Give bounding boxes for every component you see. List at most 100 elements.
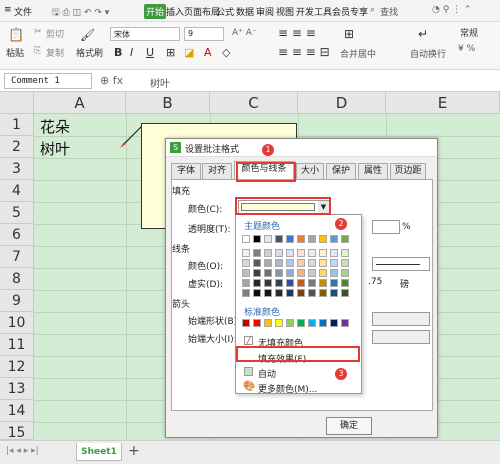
color-swatch[interactable] [242, 319, 250, 327]
color-swatch[interactable] [242, 269, 250, 277]
font-size-select[interactable]: 9 [184, 27, 224, 41]
font-grow-shrink-icon[interactable]: A⁺ A⁻ [232, 28, 257, 38]
row-header[interactable]: 3 [0, 158, 34, 180]
color-swatch[interactable] [253, 319, 261, 327]
underline-icon[interactable]: U [146, 46, 154, 59]
row-header[interactable]: 10 [0, 312, 34, 334]
row-header[interactable]: 14 [0, 400, 34, 422]
color-swatch[interactable] [275, 235, 283, 243]
search-icon[interactable]: ⌕ [370, 5, 375, 15]
color-swatch[interactable] [330, 235, 338, 243]
format-painter-button[interactable]: 格式刷 [76, 46, 103, 59]
color-swatch[interactable] [242, 259, 250, 267]
color-swatch[interactable] [308, 319, 316, 327]
menu-view[interactable]: 视图 [276, 5, 294, 18]
color-swatch[interactable] [264, 319, 272, 327]
number-format-button[interactable]: 常规 [460, 26, 478, 39]
color-swatch[interactable] [341, 249, 349, 257]
font-color-icon[interactable]: A [204, 46, 212, 59]
color-swatch[interactable] [286, 289, 294, 297]
wrap-icon[interactable]: ↵ [418, 27, 428, 41]
arrow-end-style-combo[interactable] [372, 312, 430, 326]
color-swatch[interactable] [275, 279, 283, 287]
color-swatch[interactable] [253, 279, 261, 287]
column-header-c[interactable]: C [210, 92, 298, 114]
color-swatch[interactable] [341, 319, 349, 327]
color-swatch[interactable] [275, 249, 283, 257]
menu-data[interactable]: 数据 [236, 5, 254, 18]
line-style-combo[interactable] [372, 257, 430, 271]
color-swatch[interactable] [319, 249, 327, 257]
color-swatch[interactable] [286, 259, 294, 267]
fill-color-icon[interactable]: ◪ [184, 46, 194, 59]
color-swatch[interactable] [264, 249, 272, 257]
row-header[interactable]: 15 [0, 422, 34, 441]
fx-icon[interactable]: ⊕ fx [100, 74, 123, 87]
column-header-a[interactable]: A [34, 92, 126, 114]
color-swatch[interactable] [242, 289, 250, 297]
color-swatch[interactable] [286, 249, 294, 257]
color-swatch[interactable] [341, 279, 349, 287]
color-swatch[interactable] [297, 319, 305, 327]
row-header[interactable]: 9 [0, 290, 34, 312]
color-swatch[interactable] [242, 249, 250, 257]
tab-margins[interactable]: 页边距 [390, 163, 426, 179]
add-sheet-button[interactable]: + [128, 443, 140, 459]
color-swatch[interactable] [308, 289, 316, 297]
formula-input[interactable]: 树叶 [150, 75, 170, 90]
cell-a1[interactable]: 花朵 [40, 116, 70, 137]
color-swatch[interactable] [330, 279, 338, 287]
row-header[interactable]: 4 [0, 180, 34, 202]
color-swatch[interactable] [297, 269, 305, 277]
menu-page-layout[interactable]: 页面布局 [184, 5, 220, 18]
color-swatch[interactable] [275, 259, 283, 267]
color-swatch[interactable] [275, 319, 283, 327]
ok-button[interactable]: 确定 [326, 417, 372, 435]
row-header[interactable]: 11 [0, 334, 34, 356]
menu-file[interactable]: 文件 [14, 5, 32, 18]
font-name-select[interactable]: 宋体 [110, 27, 180, 41]
color-swatch[interactable] [253, 235, 261, 243]
color-swatch[interactable] [297, 279, 305, 287]
row-header[interactable]: 7 [0, 246, 34, 268]
quick-access-icons[interactable]: 🖫 ⎙ ◫ ↶ ↷ ▾ [52, 5, 109, 21]
row-header[interactable]: 1 [0, 114, 34, 136]
more-colors-option[interactable]: 更多颜色(M)... [258, 382, 317, 395]
menu-developer[interactable]: 开发工具 [296, 5, 332, 18]
color-swatch[interactable] [330, 269, 338, 277]
copy-button[interactable]: 复制 [46, 46, 64, 59]
currency-icon[interactable]: ¥ % [458, 44, 475, 54]
bold-icon[interactable]: B [114, 46, 122, 59]
color-swatch[interactable] [264, 279, 272, 287]
color-swatch[interactable] [253, 249, 261, 257]
menu-insert[interactable]: 插入 [166, 5, 184, 18]
merge-center-button[interactable]: 合并居中 [340, 47, 376, 60]
format-painter-icon[interactable]: 🖌 [80, 28, 95, 42]
color-swatch[interactable] [341, 259, 349, 267]
menu-home[interactable]: 开始 [144, 4, 167, 19]
tab-protection[interactable]: 保护 [326, 163, 356, 179]
paste-button[interactable]: 粘贴 [6, 46, 24, 59]
color-swatch[interactable] [308, 259, 316, 267]
align-left-icons[interactable]: ≡ ≡ ≡ ⊟ [278, 45, 330, 59]
color-swatch[interactable] [264, 269, 272, 277]
color-swatch[interactable] [253, 269, 261, 277]
color-swatch[interactable] [242, 235, 250, 243]
color-swatch[interactable] [264, 235, 272, 243]
auto-option[interactable]: 自动 [258, 367, 276, 380]
color-swatch[interactable] [297, 235, 305, 243]
color-swatch[interactable] [319, 235, 327, 243]
color-swatch[interactable] [341, 235, 349, 243]
color-swatch[interactable] [275, 289, 283, 297]
align-top-icons[interactable]: ≡ ≡ ≡ [278, 26, 316, 40]
tab-properties[interactable]: 属性 [358, 163, 388, 179]
color-swatch[interactable] [286, 235, 294, 243]
column-header-b[interactable]: B [126, 92, 210, 114]
color-swatch[interactable] [275, 269, 283, 277]
cut-button[interactable]: 剪切 [46, 27, 64, 40]
color-swatch[interactable] [319, 259, 327, 267]
color-swatch[interactable] [297, 249, 305, 257]
sheet-nav-icons[interactable]: |◂ ◂ ▸ ▸| [6, 446, 39, 456]
color-swatch[interactable] [330, 289, 338, 297]
color-swatch[interactable] [319, 289, 327, 297]
